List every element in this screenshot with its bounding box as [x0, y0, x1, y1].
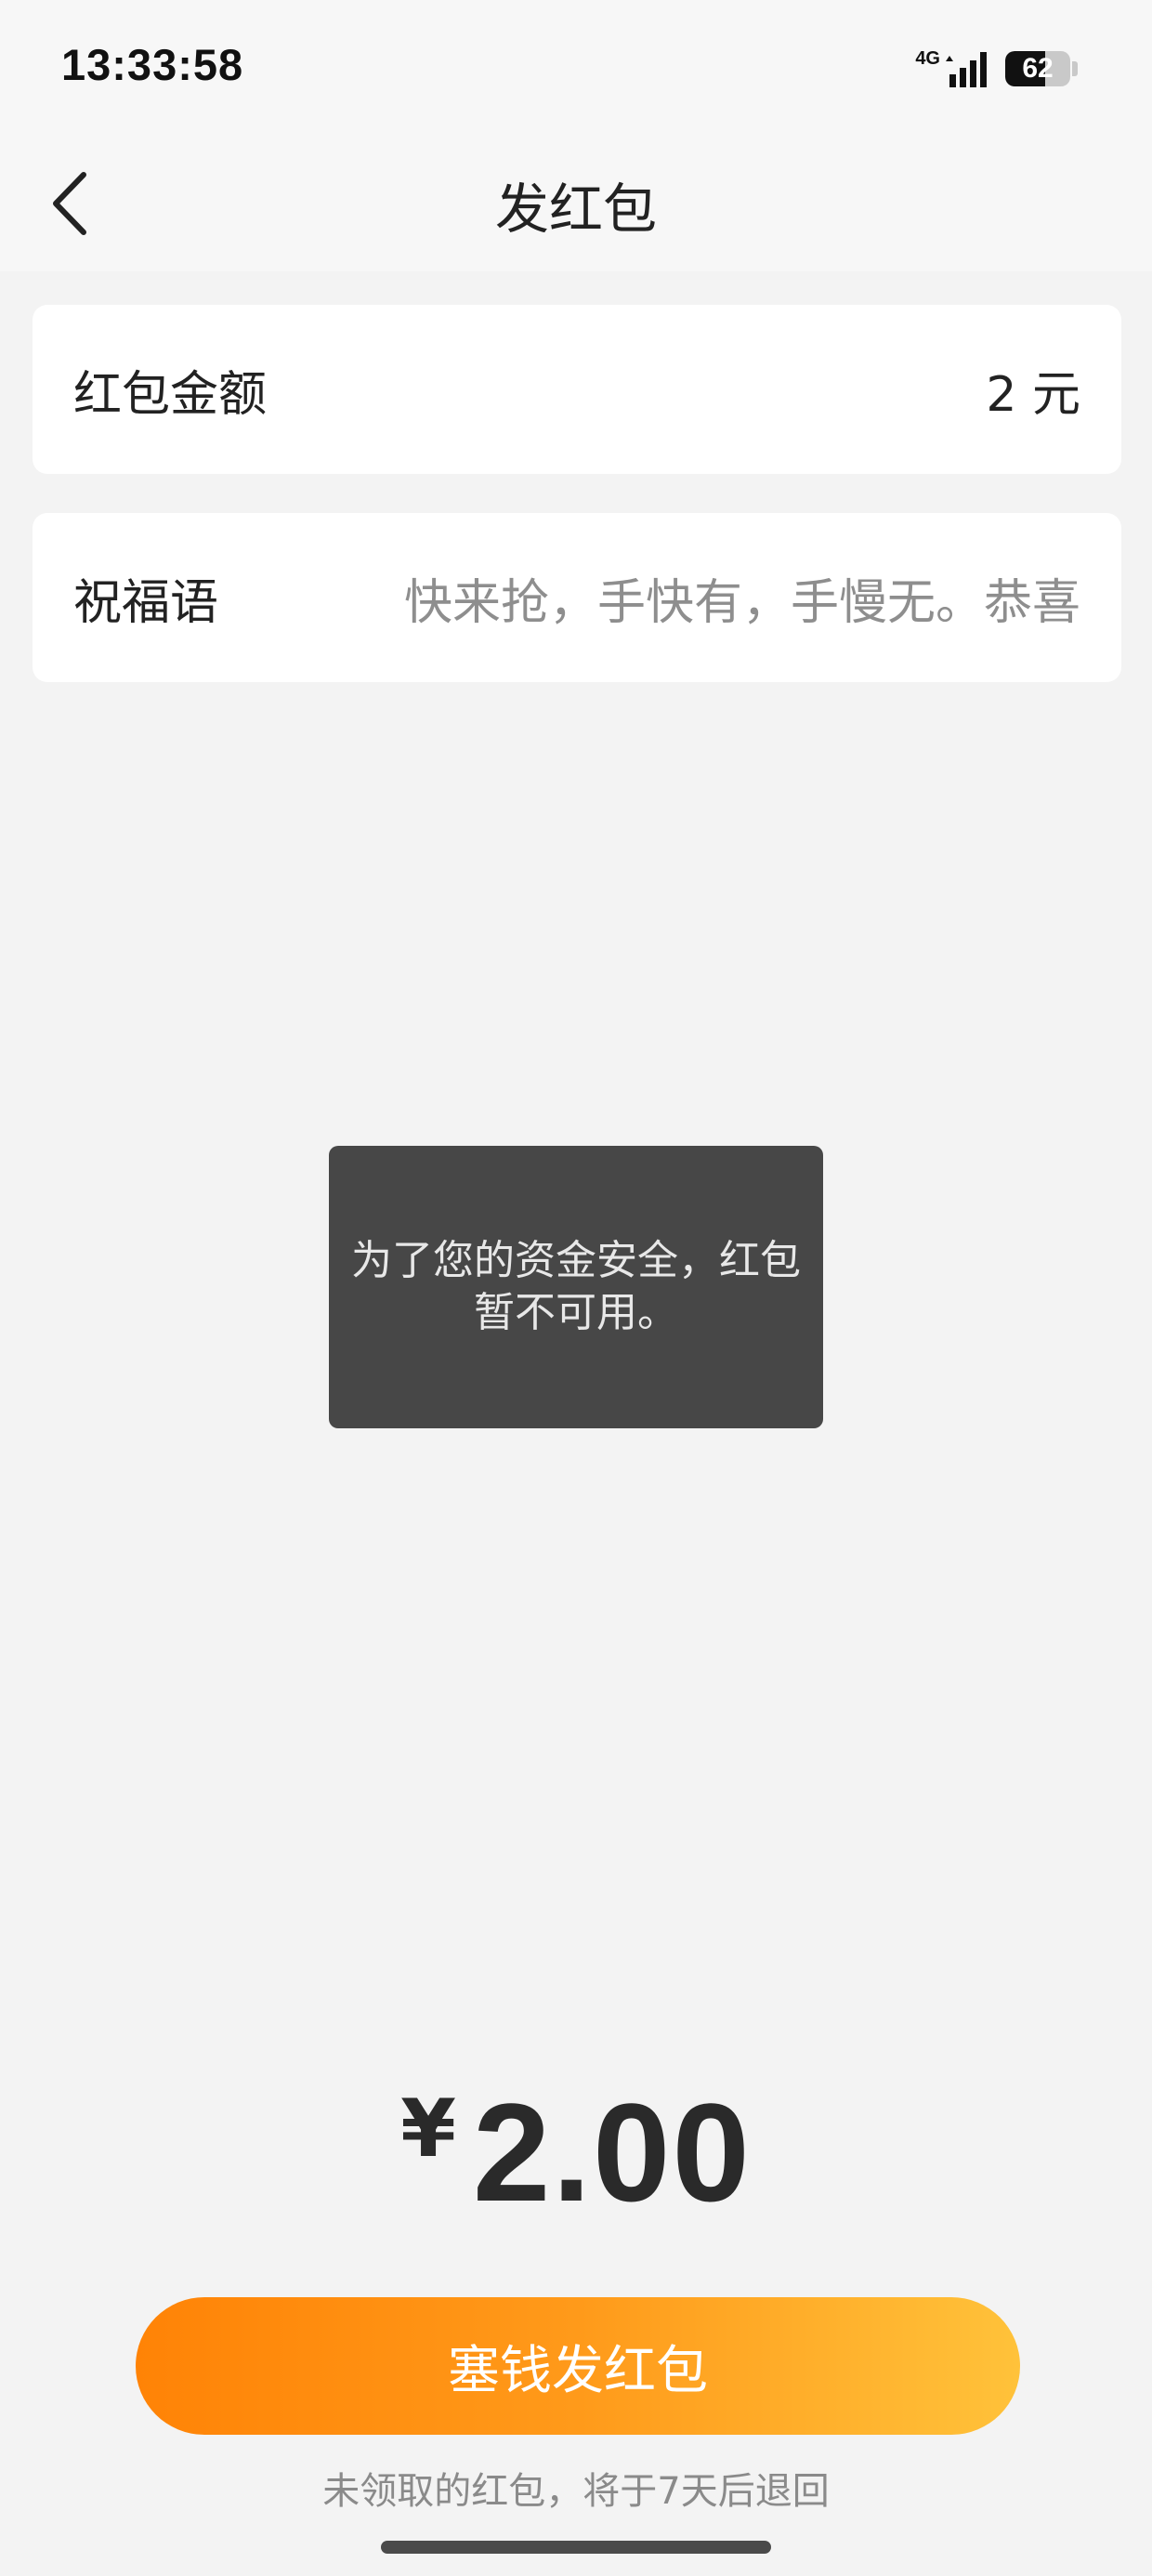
signal-icon [946, 52, 987, 87]
toast: 为了您的资金安全，红包暂不可用。 [329, 1146, 823, 1428]
blessing-label: 祝福语 [73, 574, 219, 631]
nav-bar: 发红包 [0, 139, 1152, 271]
toast-message: 为了您的资金安全，红包暂不可用。 [351, 1237, 801, 1336]
network-type-label: 4G [915, 47, 940, 69]
blessing-input[interactable]: 快来抢，手快有，手慢无。恭喜 [404, 563, 1080, 633]
total-value: 2.00 [472, 2074, 752, 2230]
status-icons: 4G 62 [915, 45, 1078, 93]
amount-row[interactable]: 红包金额 2 元 [33, 305, 1121, 474]
home-indicator[interactable] [381, 2541, 771, 2554]
refund-hint: 未领取的红包，将于7天后退回 [322, 2470, 830, 2513]
send-red-packet-button[interactable]: 塞钱发红包 [136, 2297, 1020, 2435]
amount-value[interactable]: 2 元 [986, 355, 1080, 425]
battery-icon: 62 [1005, 51, 1070, 86]
battery-tip [1072, 61, 1078, 76]
amount-label: 红包金额 [73, 366, 268, 423]
blessing-row[interactable]: 祝福语 快来抢，手快有，手慢无。恭喜 [33, 513, 1121, 682]
total-amount: ¥2.00 [0, 2072, 1152, 2233]
send-red-packet-screen: 13:33:58 4G 62 发红包 红包金额 2 元 祝福语 快来抢，手快有，… [0, 0, 1152, 2576]
currency-symbol: ¥ [400, 2083, 456, 2175]
battery-level: 62 [1022, 53, 1054, 84]
status-bar: 13:33:58 4G 62 [0, 0, 1152, 139]
page-title: 发红包 [494, 177, 657, 241]
status-time: 13:33:58 [61, 40, 244, 89]
